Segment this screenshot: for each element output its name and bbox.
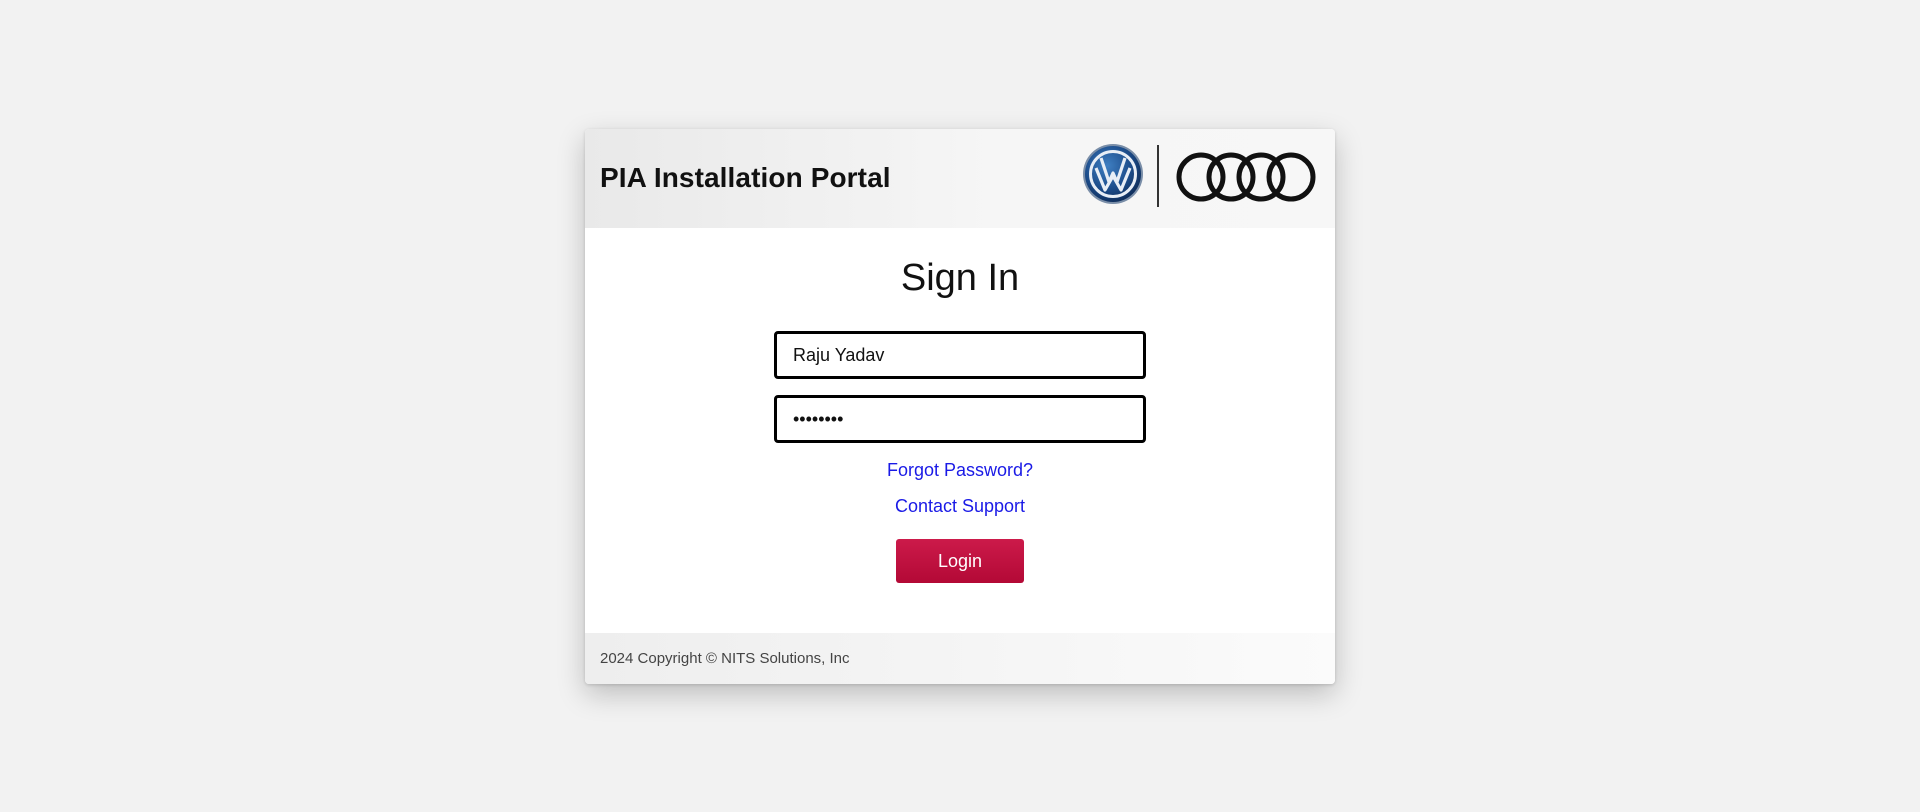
password-field[interactable] bbox=[774, 395, 1146, 443]
page-title: PIA Installation Portal bbox=[600, 162, 891, 193]
contact-support-link[interactable]: Contact Support bbox=[585, 496, 1335, 517]
logo-divider bbox=[1157, 145, 1159, 207]
username-field[interactable] bbox=[774, 331, 1146, 379]
sign-in-heading: Sign In bbox=[900, 257, 1020, 299]
copyright-text: 2024 Copyright © NITS Solutions, Inc bbox=[600, 650, 850, 667]
card-header: PIA Installation Portal bbox=[585, 129, 1335, 228]
forgot-password-link[interactable]: Forgot Password? bbox=[585, 460, 1335, 481]
login-card: PIA Installation Portal Sign In Raju Yad… bbox=[585, 129, 1335, 684]
card-footer: 2024 Copyright © NITS Solutions, Inc bbox=[585, 633, 1335, 684]
audi-logo bbox=[1176, 152, 1316, 202]
vw-logo bbox=[1083, 144, 1143, 204]
login-button[interactable]: Login bbox=[896, 539, 1024, 583]
